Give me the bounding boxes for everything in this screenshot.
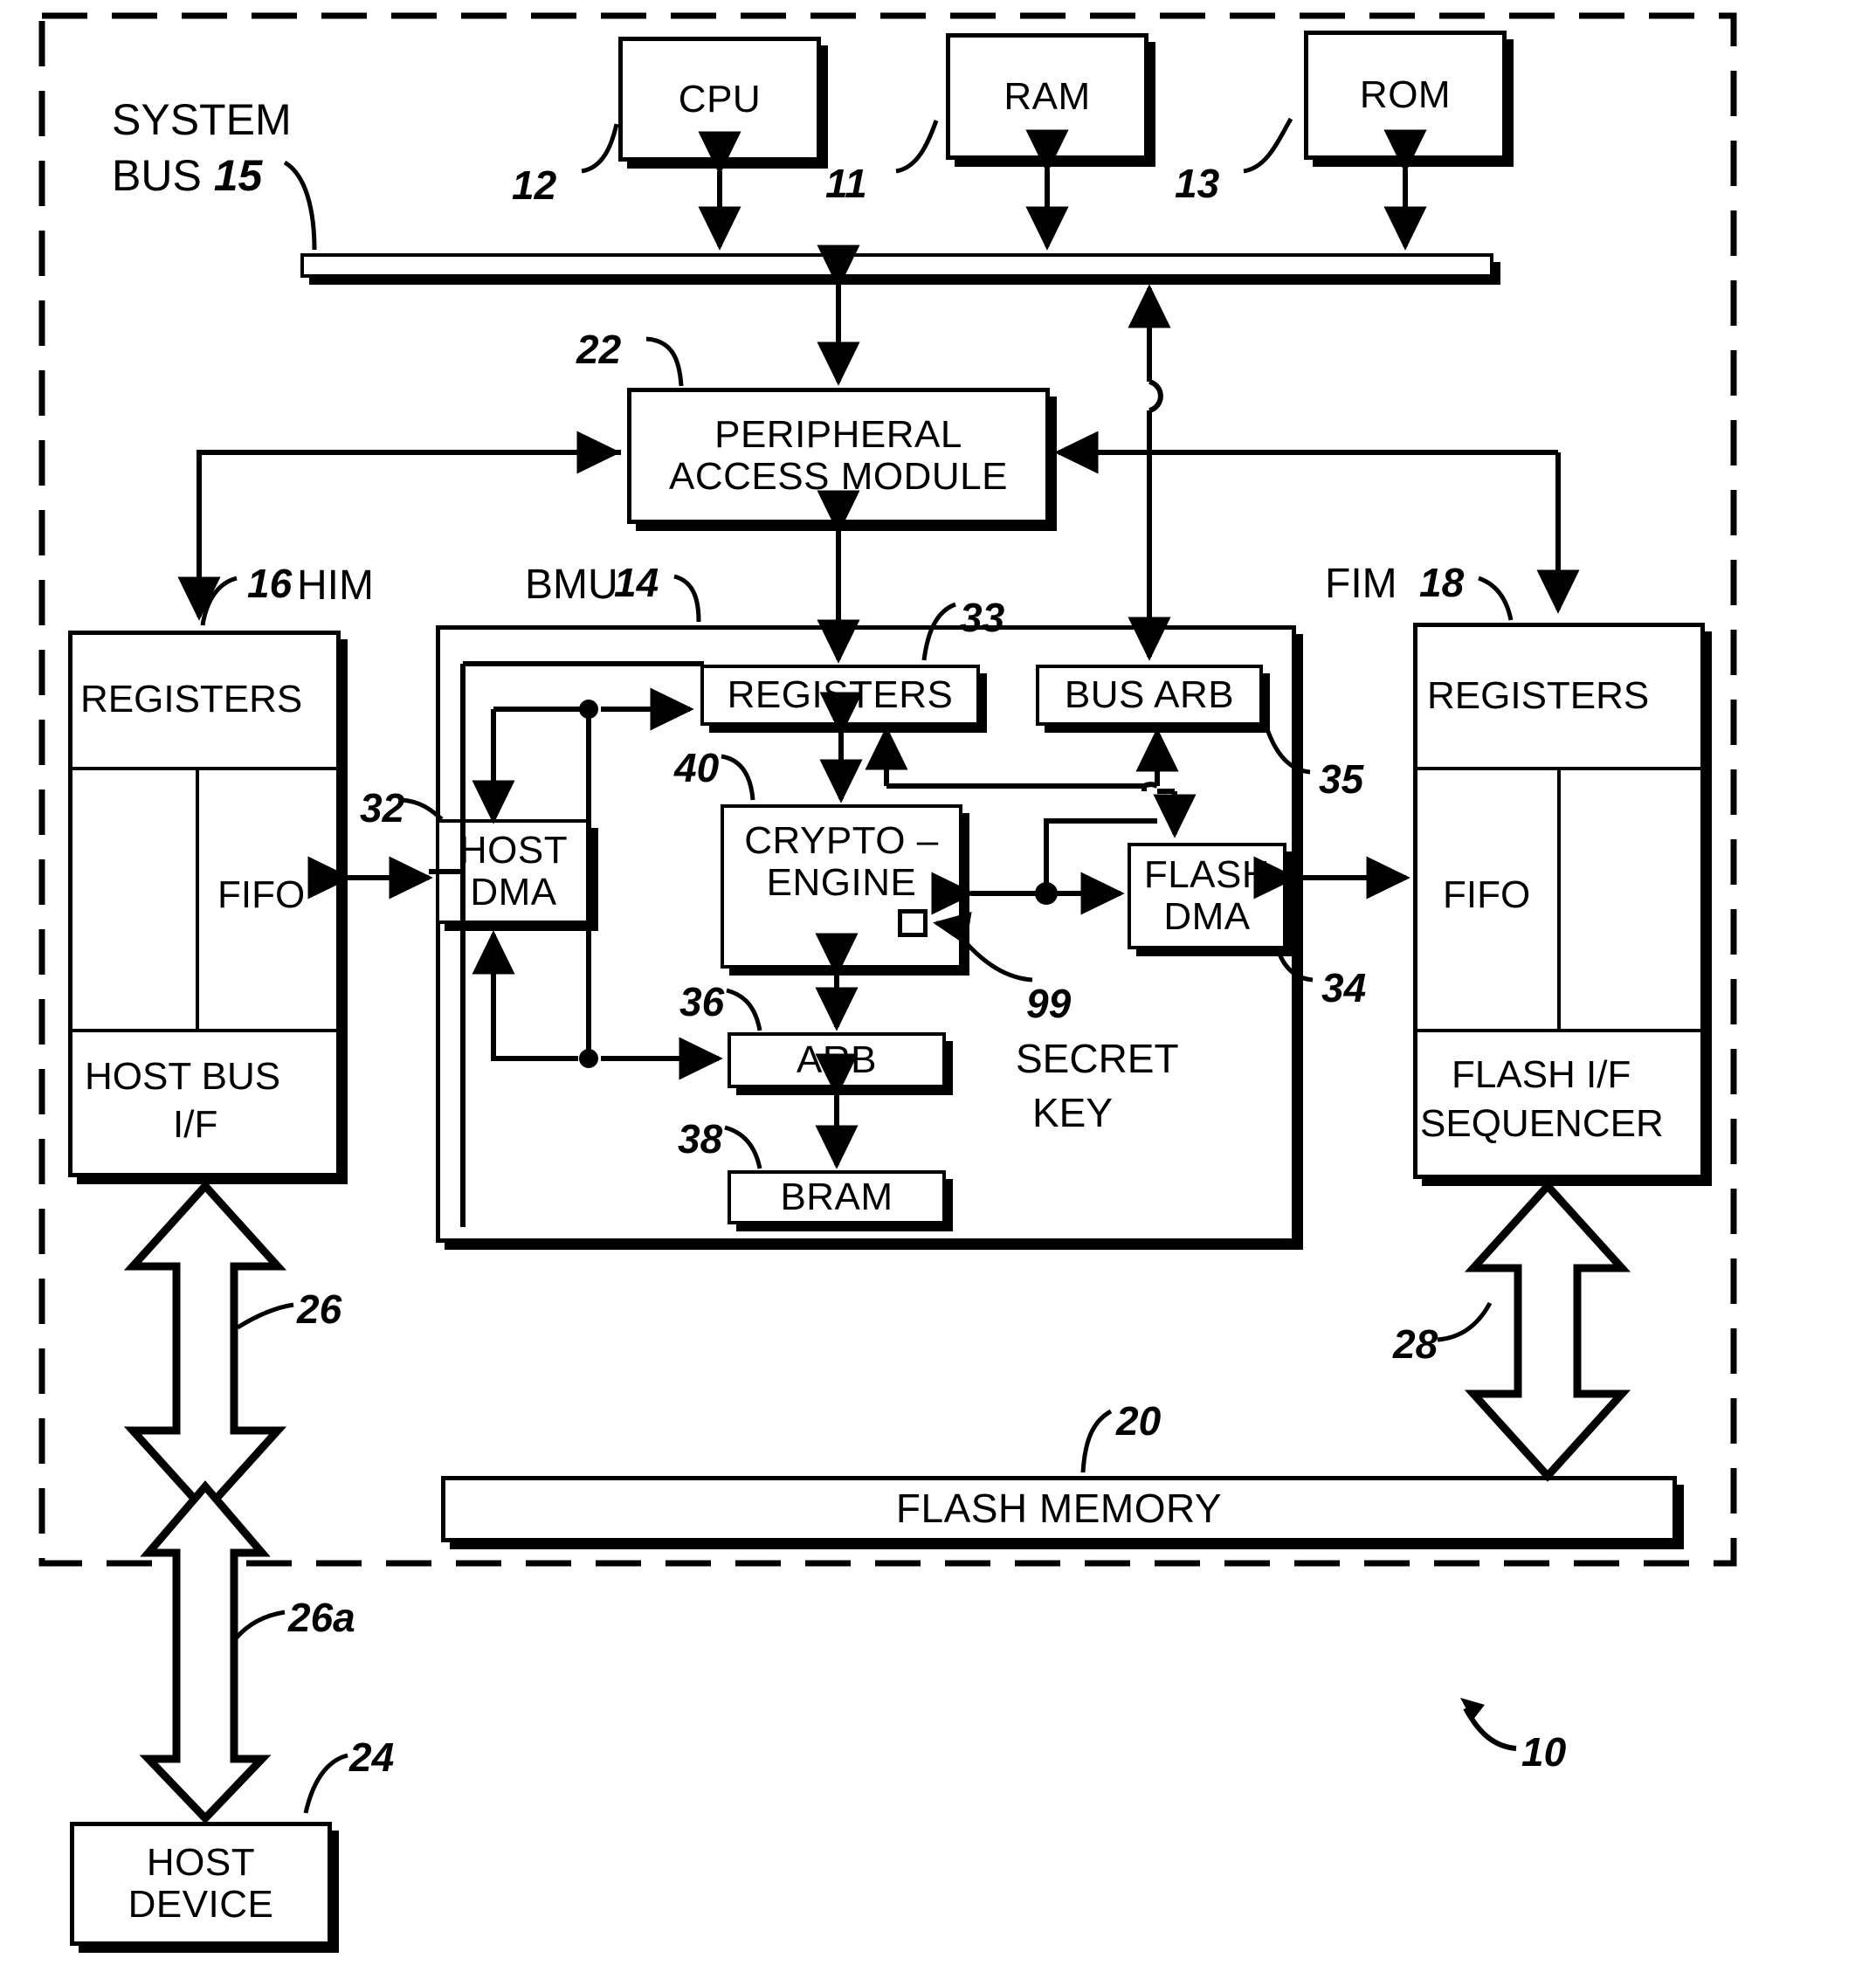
pam-label-line1: PERIPHERAL (714, 413, 962, 457)
arb-label: ARB (797, 1038, 877, 1082)
bmu-registers-label: REGISTERS (727, 673, 954, 717)
bram-label: BRAM (780, 1176, 893, 1219)
numeral-34: 34 (1321, 965, 1367, 1010)
bmu-title: BMU (525, 562, 618, 608)
numeral-36: 36 (679, 979, 725, 1024)
numeral-12: 12 (512, 162, 557, 208)
secret-key-label-line2: KEY (1032, 1090, 1114, 1135)
him-host-bus-if-label-line2: I/F (173, 1103, 218, 1146)
fim-divider-bottom (1413, 1029, 1705, 1032)
host-device-label-line2: DEVICE (128, 1883, 274, 1926)
system-bus-label-line1: SYSTEM (112, 95, 292, 144)
numeral-40: 40 (674, 745, 720, 790)
fim-divider-vertical (1557, 767, 1561, 1029)
numeral-22: 22 (576, 327, 622, 372)
host-device-block[interactable]: HOST DEVICE (70, 1822, 332, 1946)
numeral-20: 20 (1116, 1398, 1162, 1444)
numeral-11: 11 (825, 161, 867, 206)
him-divider-top (68, 767, 341, 770)
flash-memory-block[interactable]: FLASH MEMORY (441, 1476, 1677, 1542)
numeral-35: 35 (1319, 756, 1364, 802)
patent-figure: CPU RAM ROM 12 11 13 SYSTEM BUS 15 PERIP… (0, 0, 1876, 1972)
numeral-33: 33 (960, 595, 1005, 640)
numeral-13: 13 (1175, 161, 1220, 206)
crypto-engine-label-line1: CRYPTO – (744, 819, 939, 862)
him-divider-bottom (68, 1029, 341, 1032)
host-device-label-line1: HOST (146, 1841, 256, 1885)
rom-label: ROM (1359, 73, 1452, 117)
bram-block[interactable]: BRAM (728, 1170, 946, 1224)
ram-block[interactable]: RAM (946, 33, 1148, 160)
numeral-38: 38 (678, 1116, 723, 1162)
system-bus-label-line2: BUS 15 (112, 151, 263, 200)
him-registers-label: REGISTERS (80, 678, 303, 721)
crypto-engine-block[interactable]: CRYPTO – ENGINE (721, 804, 962, 969)
rom-block[interactable]: ROM (1304, 31, 1507, 160)
peripheral-access-module[interactable]: PERIPHERAL ACCESS MODULE (627, 388, 1050, 524)
him-fifo-label: FIFO (217, 873, 306, 916)
him-host-bus-if-label-line1: HOST BUS (85, 1055, 281, 1098)
system-bus-bar[interactable] (300, 253, 1493, 278)
fim-registers-label: REGISTERS (1427, 674, 1650, 717)
secret-key-label-line1: SECRET (1016, 1036, 1179, 1081)
host-dma-label-line2: DMA (470, 871, 557, 914)
numeral-18: 18 (1419, 560, 1465, 605)
bmu-registers-block[interactable]: REGISTERS (700, 665, 980, 726)
arb-block[interactable]: ARB (728, 1032, 946, 1088)
cpu-label: CPU (678, 77, 762, 121)
fim-flash-if-sequencer-line1: FLASH I/F (1452, 1053, 1631, 1096)
fim-title: FIM (1325, 561, 1397, 607)
pam-label-line2: ACCESS MODULE (669, 455, 1008, 498)
numeral-99: 99 (1026, 981, 1072, 1026)
host-if-label: HOST I/F (173, 1301, 214, 1463)
flash-memory-label: FLASH MEMORY (895, 1486, 1223, 1532)
host-dma-label-line1: HOST (459, 829, 569, 872)
cpu-block[interactable]: CPU (618, 37, 821, 162)
flash-dma-label-line2: DMA (1163, 895, 1251, 938)
him-divider-vertical (196, 767, 199, 1029)
crypto-engine-label-line2: ENGINE (766, 860, 917, 904)
fim-flash-if-sequencer-line2: SEQUENCER (1420, 1102, 1664, 1145)
numeral-26a: 26a (288, 1595, 355, 1640)
flash-dma-block[interactable]: FLASH DMA (1128, 843, 1286, 949)
flash-dma-label-line1: FLASH (1143, 853, 1271, 897)
secret-key-register-icon (898, 909, 928, 937)
him-title: HIM (297, 562, 374, 609)
numeral-16: 16 (247, 561, 293, 606)
numeral-14: 14 (614, 560, 659, 605)
bus-arb-block[interactable]: BUS ARB (1036, 665, 1263, 726)
numeral-24: 24 (349, 1734, 395, 1780)
numeral-32: 32 (360, 785, 405, 831)
host-dma-block[interactable]: HOST DMA (436, 819, 591, 924)
bus-arb-label: BUS ARB (1064, 673, 1235, 717)
flash-if-label: FLASH I/F (1532, 1217, 1573, 1396)
figure-numeral-10: 10 (1521, 1729, 1567, 1775)
numeral-26: 26 (297, 1286, 342, 1332)
ram-label: RAM (1004, 74, 1091, 118)
fim-fifo-label: FIFO (1443, 873, 1531, 916)
numeral-28: 28 (1393, 1321, 1438, 1367)
